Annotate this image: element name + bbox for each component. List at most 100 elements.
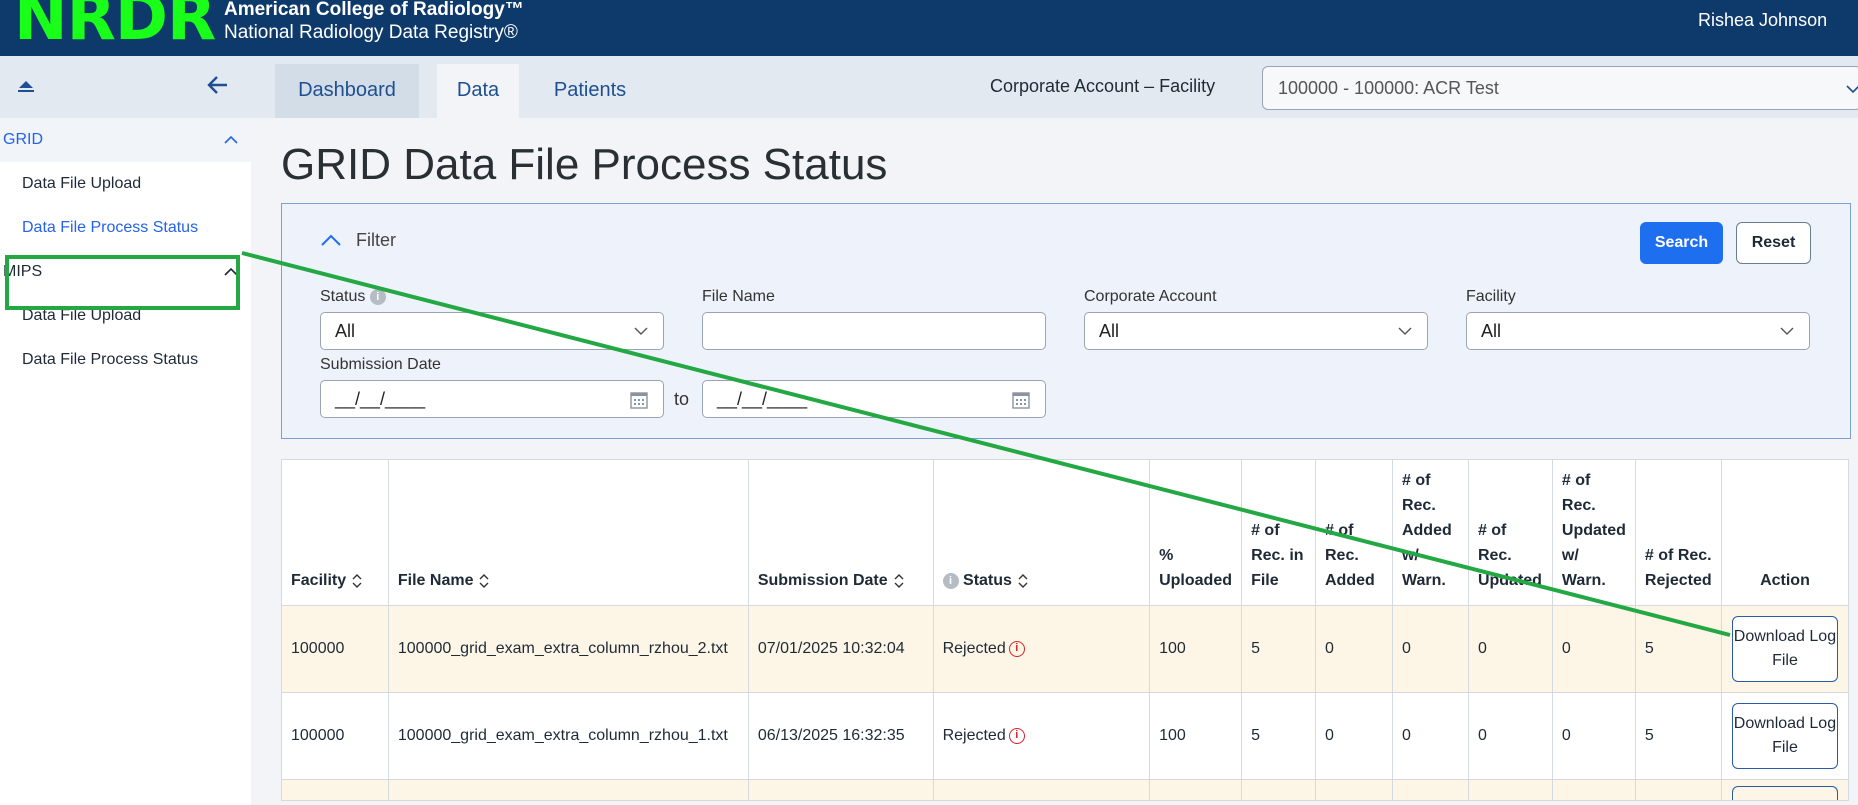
sort-icon[interactable] <box>352 573 362 588</box>
cell-empty <box>932 779 1151 801</box>
collapse-up-icon[interactable] <box>14 76 38 96</box>
cell-empty <box>1149 779 1243 801</box>
col-rec-in-file: # of Rec. in File <box>1241 459 1316 606</box>
org-name-line2: National Radiology Data Registry® <box>224 22 518 43</box>
cell-status: Rejected i <box>932 692 1151 780</box>
cell-status: Rejected i <box>932 605 1151 693</box>
cell-empty <box>1467 779 1553 801</box>
col-label: File Name <box>397 572 474 589</box>
status-select-value: All <box>335 321 356 341</box>
col-pct-uploaded: % Uploaded <box>1149 459 1243 606</box>
cell-empty <box>747 779 934 801</box>
cell-rec-in-file: 5 <box>1241 605 1316 693</box>
file-name-input[interactable] <box>702 312 1046 350</box>
col-rec-added: # of Rec. Added <box>1315 459 1393 606</box>
calendar-icon[interactable] <box>629 390 649 410</box>
corporate-account-label: Corporate Account <box>1084 288 1217 305</box>
cell-empty <box>281 779 389 801</box>
col-rec-updated-warn: # of Rec. Updated w/ Warn. <box>1551 459 1636 606</box>
cell-pct-uploaded: 100 <box>1149 692 1243 780</box>
sort-icon[interactable] <box>1018 573 1028 588</box>
cell-action <box>1720 779 1850 801</box>
calendar-icon[interactable] <box>1011 390 1031 410</box>
process-status-table: Facility File Name Submission Date i Sta… <box>281 459 1850 801</box>
sidebar-section-label: GRID <box>3 131 43 148</box>
cell-empty <box>1634 779 1722 801</box>
sidebar: GRID Data File Upload Data File Process … <box>0 56 251 805</box>
account-select-value: 100000 - 100000: ACR Test <box>1278 78 1499 98</box>
filter-toggle[interactable]: Filter <box>320 230 396 251</box>
sidebar-item-grid-process-status[interactable]: Data File Process Status <box>0 206 251 250</box>
download-log-file-button[interactable]: Download Log File <box>1731 616 1838 682</box>
cell-action: Download Log File <box>1720 605 1850 693</box>
account-label: Corporate Account – Facility <box>990 76 1216 96</box>
cell-file-name: 100000_grid_exam_extra_column_rzhou_2.tx… <box>387 605 749 693</box>
col-rec-added-warn: # of Rec. Added w/ Warn. <box>1391 459 1469 606</box>
reset-button[interactable]: Reset <box>1736 222 1811 264</box>
download-log-file-button[interactable]: Download Log File <box>1731 703 1838 769</box>
cell-rec-in-file: 5 <box>1241 692 1316 780</box>
chevron-down-icon <box>1780 327 1794 335</box>
cell-rec-added-warn: 0 <box>1391 605 1469 693</box>
cell-rec-added: 0 <box>1315 692 1393 780</box>
col-facility[interactable]: Facility <box>281 459 389 606</box>
status-select[interactable]: All <box>320 312 664 350</box>
filter-toggle-label: Filter <box>356 230 396 250</box>
cell-empty <box>1391 779 1469 801</box>
cell-pct-uploaded: 100 <box>1149 605 1243 693</box>
cell-rec-updated-warn: 0 <box>1551 605 1636 693</box>
col-status[interactable]: i Status <box>932 459 1151 606</box>
cell-rec-updated: 0 <box>1467 605 1553 693</box>
status-text: Rejected <box>942 640 1006 657</box>
top-header: NRDR American College of Radiology™ Nati… <box>0 0 1858 56</box>
sidebar-item-mips-process-status[interactable]: Data File Process Status <box>0 338 251 382</box>
tab-data[interactable]: Data <box>437 64 519 118</box>
org-name-line1: American College of Radiology™ <box>224 0 524 20</box>
sidebar-section-grid[interactable]: GRID <box>0 118 251 162</box>
table-row: 100000 100000_grid_exam_extra_column_rzh… <box>281 692 1850 780</box>
col-submission-date[interactable]: Submission Date <box>747 459 934 606</box>
file-name-label: File Name <box>702 288 775 305</box>
info-icon[interactable]: i <box>942 572 959 589</box>
cell-empty <box>387 779 749 801</box>
submission-date-to[interactable]: __/__/____ <box>702 380 1046 418</box>
cell-submission-date: 06/13/2025 16:32:35 <box>747 692 934 780</box>
corporate-account-value: All <box>1099 321 1120 341</box>
cell-rec-rejected: 5 <box>1634 692 1722 780</box>
error-info-icon[interactable]: i <box>1008 640 1025 657</box>
cell-empty <box>1315 779 1393 801</box>
cell-file-name: 100000_grid_exam_extra_column_rzhou_1.tx… <box>387 692 749 780</box>
org-name: American College of Radiology™ National … <box>224 0 524 44</box>
facility-select[interactable]: All <box>1466 312 1810 350</box>
cell-rec-added-warn: 0 <box>1391 692 1469 780</box>
tab-dashboard[interactable]: Dashboard <box>275 64 419 118</box>
download-log-file-button-partial[interactable] <box>1731 786 1838 800</box>
status-text: Rejected <box>942 727 1006 744</box>
cell-empty <box>1241 779 1316 801</box>
tab-bar: Dashboard Data Patients Corporate Accoun… <box>251 56 1858 118</box>
arrow-left-icon[interactable] <box>205 72 231 98</box>
col-file-name[interactable]: File Name <box>387 459 749 606</box>
cell-submission-date: 07/01/2025 10:32:04 <box>747 605 934 693</box>
sort-icon[interactable] <box>479 573 489 588</box>
col-rec-updated: # of Rec. Updated <box>1467 459 1553 606</box>
sidebar-toolbar <box>0 56 251 118</box>
sort-icon[interactable] <box>894 573 904 588</box>
cell-rec-updated-warn: 0 <box>1551 692 1636 780</box>
cell-rec-added: 0 <box>1315 605 1393 693</box>
submission-date-label: Submission Date <box>320 356 441 373</box>
info-icon[interactable]: i <box>369 288 386 305</box>
status-label: Status i <box>320 288 386 306</box>
col-label: Submission Date <box>757 572 888 589</box>
corporate-account-select[interactable]: All <box>1084 312 1428 350</box>
error-info-icon[interactable]: i <box>1008 727 1025 744</box>
chevron-down-icon <box>1398 327 1412 335</box>
cell-rec-rejected: 5 <box>1634 605 1722 693</box>
account-select[interactable]: 100000 - 100000: ACR Test <box>1262 66 1858 110</box>
sidebar-item-grid-upload[interactable]: Data File Upload <box>0 162 251 206</box>
submission-date-from[interactable]: __/__/____ <box>320 380 664 418</box>
filter-panel: Filter Search Reset Status i All File Na… <box>281 203 1851 439</box>
user-name[interactable]: Rishea Johnson <box>1698 10 1858 31</box>
search-button[interactable]: Search <box>1640 222 1723 264</box>
tab-patients[interactable]: Patients <box>527 64 653 118</box>
